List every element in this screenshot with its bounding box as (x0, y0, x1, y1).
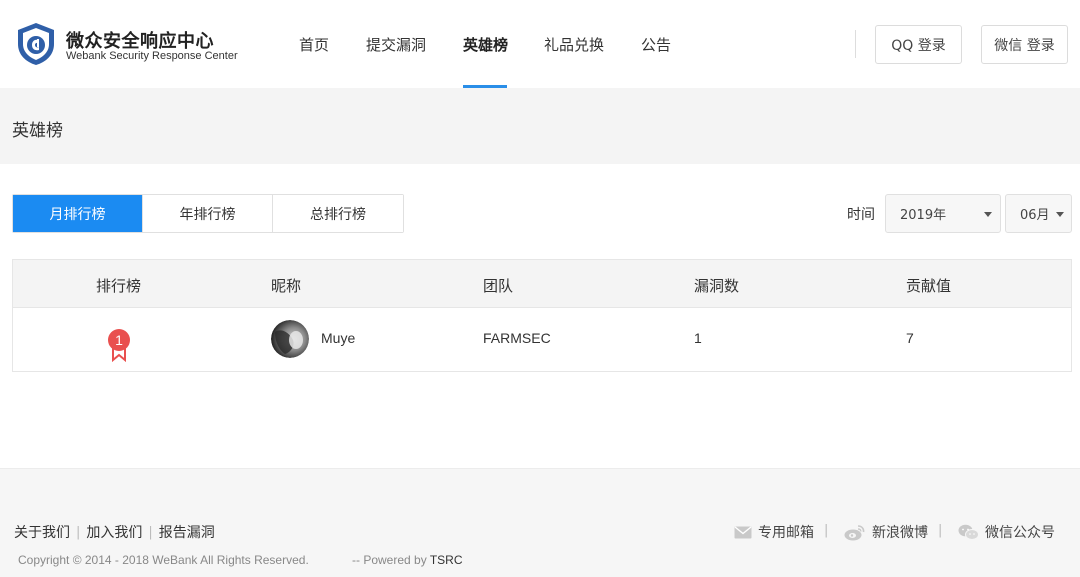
copyright-text: Copyright © 2014 - 2018 WeBank All Right… (18, 553, 309, 567)
site-footer: 关于我们 | 加入我们 | 报告漏洞 Copyright © 2014 - 20… (0, 468, 1080, 577)
rank-number: 1 (115, 332, 123, 348)
leaderboard-table: 排行榜 昵称 团队 漏洞数 贡献值 1 Muye FARMSEC 1 7 (12, 259, 1072, 372)
header-team: 团队 (483, 277, 514, 295)
social-weibo[interactable]: 新浪微博 (844, 522, 928, 542)
table-header: 排行榜 昵称 团队 漏洞数 贡献值 (13, 260, 1071, 308)
social-wechat-label: 微信公众号 (985, 525, 1055, 541)
social-weibo-label: 新浪微博 (872, 525, 928, 541)
ranking-tabs: 月排行榜 年排行榜 总排行榜 (12, 194, 404, 233)
avatar[interactable] (271, 320, 309, 358)
header-rank: 排行榜 (96, 277, 142, 295)
nav-item-gift-exchange[interactable]: 礼品兑换 (544, 34, 604, 55)
wechat-icon (958, 524, 979, 540)
powered-by-prefix: -- Powered by (352, 553, 427, 567)
rank-badge: 1 (107, 328, 131, 362)
footer-link-join[interactable]: 加入我们 (86, 522, 142, 542)
social-wechat[interactable]: 微信公众号 (958, 522, 1055, 542)
mail-icon (734, 525, 752, 538)
nav-item-hall-of-fame[interactable]: 英雄榜 (463, 34, 508, 55)
table-row[interactable]: 1 Muye FARMSEC 1 7 (13, 308, 1071, 371)
month-select[interactable]: 06月 (1005, 194, 1072, 233)
social-mail-label: 专用邮箱 (758, 525, 814, 541)
wechat-login-button[interactable]: 微信 登录 (981, 25, 1068, 64)
tab-overall[interactable]: 总排行榜 (273, 195, 403, 232)
footer-link-report[interactable]: 报告漏洞 (159, 522, 215, 542)
footer-separator: | (824, 523, 829, 538)
user-avatar-icon (271, 320, 309, 358)
social-mail[interactable]: 专用邮箱 (734, 522, 814, 542)
chevron-down-icon (984, 212, 992, 217)
nav-item-submit-vuln[interactable]: 提交漏洞 (366, 34, 426, 55)
row-nickname[interactable]: Muye (321, 330, 355, 346)
nav-divider (855, 30, 856, 58)
tab-yearly[interactable]: 年排行榜 (143, 195, 273, 232)
year-select[interactable]: 2019年 (885, 194, 1001, 233)
site-header: 微众安全响应中心 Webank Security Response Center… (0, 0, 1080, 88)
year-select-value: 2019年 (900, 208, 947, 223)
title-band: 英雄榜 (0, 88, 1080, 164)
powered-by-name[interactable]: TSRC (430, 553, 463, 567)
time-label: 时间 (847, 207, 875, 223)
chevron-down-icon (1056, 212, 1064, 217)
header-contribution: 贡献值 (906, 277, 952, 295)
qq-login-button[interactable]: QQ 登录 (875, 25, 962, 64)
powered-by: -- Powered by TSRC (352, 553, 463, 567)
footer-link-about[interactable]: 关于我们 (14, 522, 70, 542)
weibo-icon (844, 524, 865, 540)
row-contribution: 7 (906, 330, 914, 346)
nav-item-home[interactable]: 首页 (299, 34, 329, 55)
page-title: 英雄榜 (12, 121, 63, 141)
header-vuln-count: 漏洞数 (694, 277, 740, 295)
row-team: FARMSEC (483, 330, 551, 346)
row-vuln-count: 1 (694, 330, 702, 346)
nav-item-announcements[interactable]: 公告 (641, 34, 671, 55)
shield-logo-icon[interactable] (16, 22, 56, 66)
footer-separator: | (938, 523, 943, 538)
month-select-value: 06月 (1020, 208, 1050, 223)
tab-monthly[interactable]: 月排行榜 (13, 195, 143, 232)
footer-links: 关于我们 | 加入我们 | 报告漏洞 (14, 522, 215, 542)
brand-name-en: Webank Security Response Center (66, 50, 238, 62)
footer-separator: | (148, 524, 153, 540)
header-nickname: 昵称 (271, 277, 302, 295)
footer-separator: | (76, 524, 81, 540)
